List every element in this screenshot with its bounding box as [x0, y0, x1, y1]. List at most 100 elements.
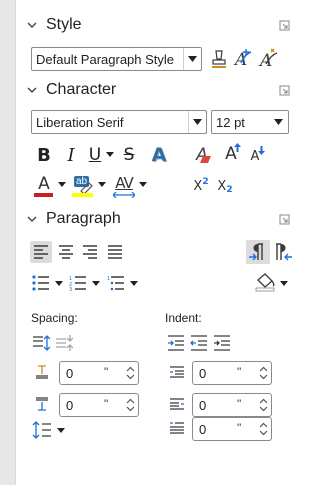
line-spacing-dropdown[interactable] — [56, 426, 65, 435]
increase-paragraph-spacing-button[interactable] — [31, 333, 51, 353]
svg-text:A: A — [258, 51, 272, 70]
more-options-icon[interactable] — [279, 214, 290, 225]
align-center-icon — [59, 245, 73, 259]
rtl-paragraph-icon — [276, 243, 292, 261]
spacing-dropdown[interactable] — [138, 180, 147, 189]
ordered-list-button[interactable]: 123 — [67, 273, 89, 293]
shadow-button[interactable]: A — [149, 143, 169, 167]
section-character-header[interactable]: Character — [19, 77, 290, 103]
double-arrow-icon — [113, 192, 135, 198]
subscript-button[interactable]: X 2 — [215, 175, 235, 197]
chevron-down-icon[interactable] — [183, 48, 200, 70]
ordered-list-dropdown[interactable] — [91, 279, 100, 288]
section-character-title: Character — [46, 81, 117, 98]
before-indent-value: 0 — [199, 366, 207, 381]
chevron-down-icon[interactable] — [270, 111, 287, 133]
below-spacing-value: 0 — [66, 398, 74, 413]
font-name-select[interactable]: Liberation Serif — [31, 110, 207, 134]
decrease-indent-button[interactable] — [189, 333, 209, 353]
align-left-button[interactable] — [30, 241, 52, 263]
after-indent-value: 0 — [199, 398, 207, 413]
chevron-down-icon — [138, 182, 147, 187]
more-options-icon[interactable] — [279, 20, 290, 31]
unordered-list-button[interactable] — [30, 273, 52, 293]
section-style-title: Style — [46, 16, 82, 33]
grow-font-button[interactable]: A — [221, 142, 241, 166]
arrow-up-icon — [234, 143, 241, 152]
background-color-button[interactable] — [253, 271, 277, 293]
highlight-dropdown[interactable] — [97, 180, 106, 189]
marker-icon — [80, 182, 93, 193]
paint-bucket-icon — [255, 273, 275, 292]
hanging-indent-icon — [214, 335, 230, 351]
align-right-button[interactable] — [79, 241, 101, 263]
unordered-list-dropdown[interactable] — [54, 279, 63, 288]
increase-indent-icon — [168, 335, 184, 351]
superscript-button[interactable]: X 2 — [191, 175, 211, 197]
align-right-icon — [83, 245, 97, 259]
first-line-indent-spinbox[interactable]: 0 " — [192, 417, 272, 441]
spin-arrows-icon[interactable] — [126, 366, 135, 380]
background-color-dropdown[interactable] — [279, 279, 288, 288]
bold-button[interactable]: B — [35, 144, 53, 166]
align-center-button[interactable] — [55, 241, 77, 263]
line-spacing-button[interactable] — [31, 419, 53, 441]
chevron-down-icon — [27, 22, 37, 28]
paragraph-style-value: Default Paragraph Style — [36, 51, 175, 67]
arrow-down-icon — [258, 146, 265, 155]
spin-arrows-icon[interactable] — [259, 422, 268, 436]
font-color-dropdown[interactable] — [57, 180, 66, 189]
align-justify-icon — [108, 245, 122, 259]
paragraph-style-select[interactable]: Default Paragraph Style — [31, 47, 202, 71]
chevron-down-icon[interactable] — [188, 111, 205, 133]
decrease-paragraph-spacing-button[interactable] — [54, 333, 74, 353]
chevron-down-icon — [27, 87, 37, 93]
section-paragraph-header[interactable]: Paragraph — [19, 206, 290, 232]
italic-button[interactable]: I — [62, 144, 80, 166]
spin-arrows-icon[interactable] — [259, 366, 268, 380]
chevron-down-icon — [57, 182, 66, 187]
justify-button[interactable] — [104, 241, 126, 263]
below-spacing-unit: " — [104, 397, 109, 411]
before-indent-spinbox[interactable]: 0 " — [192, 361, 272, 385]
eraser-icon — [200, 156, 211, 163]
decrease-spacing-icon — [56, 335, 73, 351]
spin-arrows-icon[interactable] — [259, 398, 268, 412]
increase-spacing-icon — [33, 335, 50, 351]
edit-style-icon[interactable]: A — [256, 47, 280, 71]
increase-indent-button[interactable] — [166, 333, 186, 353]
underline-dropdown[interactable] — [105, 150, 114, 159]
outline-list-dropdown[interactable] — [129, 279, 138, 288]
bullet-list-icon — [32, 275, 49, 291]
first-line-indent-icon — [168, 419, 186, 437]
font-color-button[interactable]: A — [33, 174, 55, 198]
chevron-down-icon — [97, 182, 106, 187]
hanging-indent-button[interactable] — [212, 333, 232, 353]
section-style-header[interactable]: Style — [19, 12, 290, 38]
section-paragraph-title: Paragraph — [46, 210, 121, 227]
first-line-indent-value: 0 — [199, 422, 207, 437]
update-style-icon[interactable] — [208, 47, 230, 71]
font-size-select[interactable]: 12 pt — [211, 110, 289, 134]
strikethrough-button[interactable]: S — [120, 144, 138, 166]
above-spacing-spinbox[interactable]: 0 " — [59, 361, 139, 385]
spin-arrows-icon[interactable] — [126, 398, 135, 412]
chevron-down-icon — [129, 281, 138, 286]
chevron-down-icon — [54, 281, 63, 286]
after-indent-spinbox[interactable]: 0 " — [192, 393, 272, 417]
more-options-icon[interactable] — [279, 85, 290, 96]
outline-list-button[interactable]: 1 — [105, 273, 127, 293]
below-spacing-spinbox[interactable]: 0 " — [59, 393, 139, 417]
underline-button[interactable]: U — [86, 144, 104, 166]
svg-text:3: 3 — [69, 287, 72, 291]
new-style-icon[interactable]: A — [232, 47, 254, 71]
panel-scrollbar[interactable] — [0, 0, 16, 485]
left-to-right-button[interactable] — [246, 240, 270, 264]
character-spacing-button[interactable]: AV — [111, 173, 137, 199]
svg-text:A: A — [233, 50, 247, 70]
highlight-color-button[interactable]: ab — [71, 174, 95, 198]
right-to-left-button[interactable] — [272, 240, 294, 264]
font-color-swatch — [34, 193, 53, 197]
shrink-font-button[interactable]: A — [245, 145, 265, 167]
clear-formatting-button[interactable]: A — [191, 143, 213, 167]
